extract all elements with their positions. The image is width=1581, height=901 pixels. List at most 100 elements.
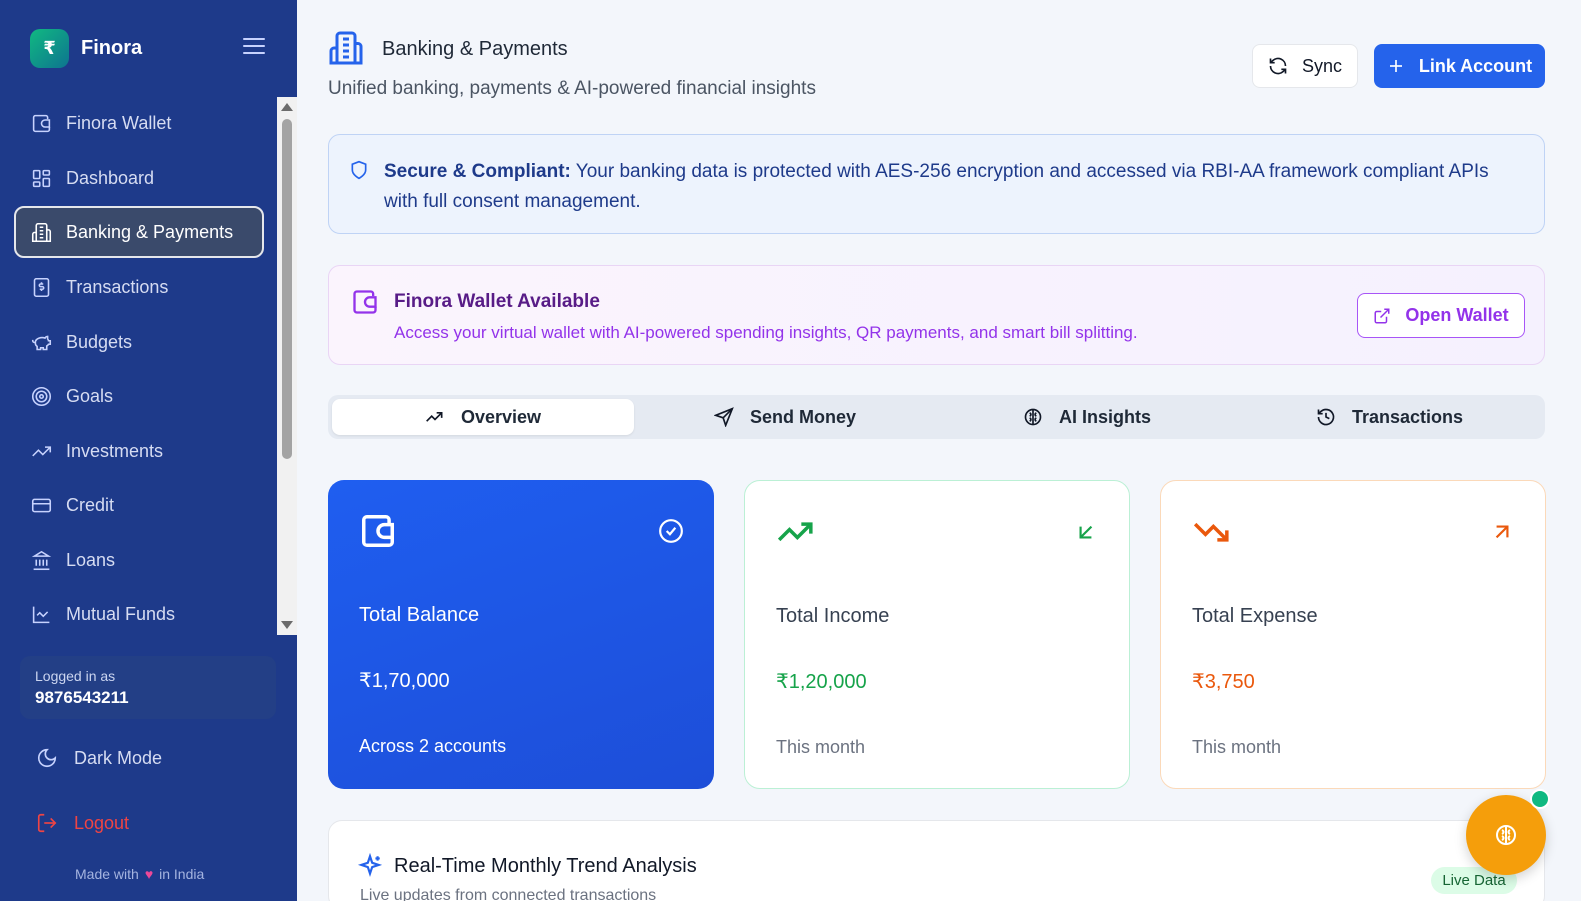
tab-overview[interactable]: Overview	[332, 399, 634, 435]
card-label: Total Expense	[1192, 605, 1318, 627]
tab-transactions[interactable]: Transactions	[1238, 399, 1541, 435]
sidebar-item-label: Loans	[66, 549, 116, 570]
card-footnote: Across 2 accounts	[359, 736, 507, 756]
online-status-dot	[1530, 789, 1550, 809]
wallet-banner-title: Finora Wallet Available	[394, 291, 600, 312]
refresh-icon	[1269, 57, 1287, 75]
plus-icon	[1389, 60, 1402, 72]
sidebar-item-credit[interactable]: Credit	[14, 479, 264, 531]
receipt-icon	[30, 276, 52, 298]
tab-send-money[interactable]: Send Money	[634, 399, 936, 435]
sync-label: Sync	[1301, 55, 1343, 76]
sidebar-item-label: Credit	[66, 494, 115, 515]
arrow-up-right-icon	[1489, 519, 1515, 550]
logout-label: Logout	[74, 812, 130, 833]
brain-icon	[1024, 408, 1042, 426]
total-balance-card[interactable]: Total Balance ₹1,70,000 Across 2 account…	[328, 480, 714, 789]
tab-label: AI Insights	[1058, 406, 1151, 427]
tab-label: Overview	[460, 406, 542, 427]
trend-down-icon	[1192, 513, 1230, 556]
card-value: ₹1,20,000	[776, 671, 867, 693]
bank-building-icon	[328, 29, 364, 67]
link-account-button[interactable]: Link Account	[1374, 44, 1545, 88]
brand[interactable]: ₹ Finora	[30, 29, 142, 68]
user-label: Logged in as	[35, 668, 116, 684]
page-title: Banking & Payments	[382, 38, 568, 60]
rupee-logo-icon: ₹	[30, 29, 69, 68]
trend-up-icon	[776, 513, 814, 556]
sidebar-item-dashboard[interactable]: Dashboard	[14, 152, 264, 204]
wallet-banner-description: Access your virtual wallet with AI-power…	[394, 323, 1138, 342]
target-icon	[30, 385, 52, 407]
sidebar-item-label: Goals	[66, 385, 114, 406]
total-income-card[interactable]: Total Income ₹1,20,000 This month	[744, 480, 1130, 789]
open-wallet-button[interactable]: Open Wallet	[1357, 293, 1525, 338]
card-value: ₹3,750	[1192, 671, 1255, 693]
sidebar-item-investments[interactable]: Investments	[14, 425, 264, 477]
sidebar-item-mutual-funds[interactable]: Mutual Funds	[14, 588, 264, 635]
sidebar: ₹ Finora Finora Wallet Dashboard Banking…	[0, 0, 297, 901]
piggy-bank-icon	[30, 331, 52, 353]
sidebar-item-label: Transactions	[66, 276, 169, 297]
card-label: Total Income	[776, 605, 890, 627]
tab-ai-insights[interactable]: AI Insights	[936, 399, 1238, 435]
wallet-icon	[30, 112, 52, 134]
tab-label: Transactions	[1351, 406, 1464, 427]
dark-mode-toggle[interactable]: Dark Mode	[36, 747, 162, 769]
wallet-banner: Finora Wallet Available Access your virt…	[328, 265, 1545, 365]
link-account-label: Link Account	[1418, 55, 1533, 76]
hamburger-menu-icon[interactable]	[243, 38, 265, 56]
open-wallet-label: Open Wallet	[1405, 305, 1509, 325]
made-with-suffix: in India	[159, 866, 205, 882]
sidebar-item-banking-payments[interactable]: Banking & Payments	[14, 206, 264, 258]
user-info: Logged in as 9876543211	[20, 656, 276, 719]
total-expense-card[interactable]: Total Expense ₹3,750 This month	[1160, 480, 1546, 789]
send-icon	[713, 407, 734, 427]
scroll-down-arrow-icon[interactable]	[281, 621, 293, 629]
sparkles-icon	[357, 852, 383, 884]
brand-name: Finora	[81, 37, 143, 59]
line-chart-icon	[30, 603, 52, 625]
card-value: ₹1,70,000	[359, 670, 450, 692]
trend-subtitle: Live updates from connected transactions	[360, 887, 657, 901]
sidebar-item-label: Budgets	[66, 331, 133, 352]
bank-building-icon	[30, 221, 52, 243]
wallet-icon	[359, 512, 397, 555]
sidebar-item-label: Finora Wallet	[66, 112, 172, 133]
sync-button[interactable]: Sync	[1252, 44, 1358, 88]
card-footnote: This month	[776, 737, 866, 757]
sidebar-item-budgets[interactable]: Budgets	[14, 316, 264, 368]
trend-analysis-section: Real-Time Monthly Trend Analysis Live up…	[328, 820, 1545, 901]
user-phone: 9876543211	[35, 688, 129, 707]
made-with-footer: Made with ♥ in India	[75, 866, 204, 882]
landmark-icon	[30, 549, 52, 571]
security-notice: Secure & Compliant: Your banking data is…	[328, 134, 1545, 234]
credit-card-icon	[30, 494, 52, 516]
trend-zigzag-icon	[426, 412, 443, 422]
security-notice-heading: Secure & Compliant:	[384, 161, 571, 182]
scroll-thumb[interactable]	[282, 119, 292, 459]
arrow-down-left-icon	[1073, 519, 1099, 550]
trend-title: Real-Time Monthly Trend Analysis	[394, 855, 697, 877]
sidebar-item-loans[interactable]: Loans	[14, 534, 264, 586]
card-label: Total Balance	[359, 604, 480, 626]
sidebar-item-label: Investments	[66, 440, 164, 461]
card-footnote: This month	[1192, 737, 1282, 757]
trend-up-icon	[30, 440, 52, 462]
heart-icon: ♥	[144, 866, 154, 882]
page-subtitle: Unified banking, payments & AI-powered f…	[328, 78, 816, 99]
sidebar-item-goals[interactable]: Goals	[14, 370, 264, 422]
sidebar-scrollbar[interactable]	[277, 97, 297, 635]
scroll-up-arrow-icon[interactable]	[281, 103, 293, 111]
tab-bar: Overview Send Money AI Insights Transact…	[328, 395, 1545, 439]
sidebar-item-transactions[interactable]: Transactions	[14, 261, 264, 313]
logout-button[interactable]: Logout	[36, 812, 129, 834]
dark-mode-label: Dark Mode	[74, 747, 163, 768]
sidebar-item-label: Mutual Funds	[66, 603, 176, 624]
made-with-prefix: Made with	[75, 866, 139, 882]
history-icon	[1317, 408, 1335, 426]
sidebar-nav: Finora Wallet Dashboard Banking & Paymen…	[0, 97, 277, 635]
dashboard-icon	[30, 167, 52, 189]
sidebar-item-finora-wallet[interactable]: Finora Wallet	[14, 97, 264, 149]
external-link-icon	[1374, 308, 1390, 323]
